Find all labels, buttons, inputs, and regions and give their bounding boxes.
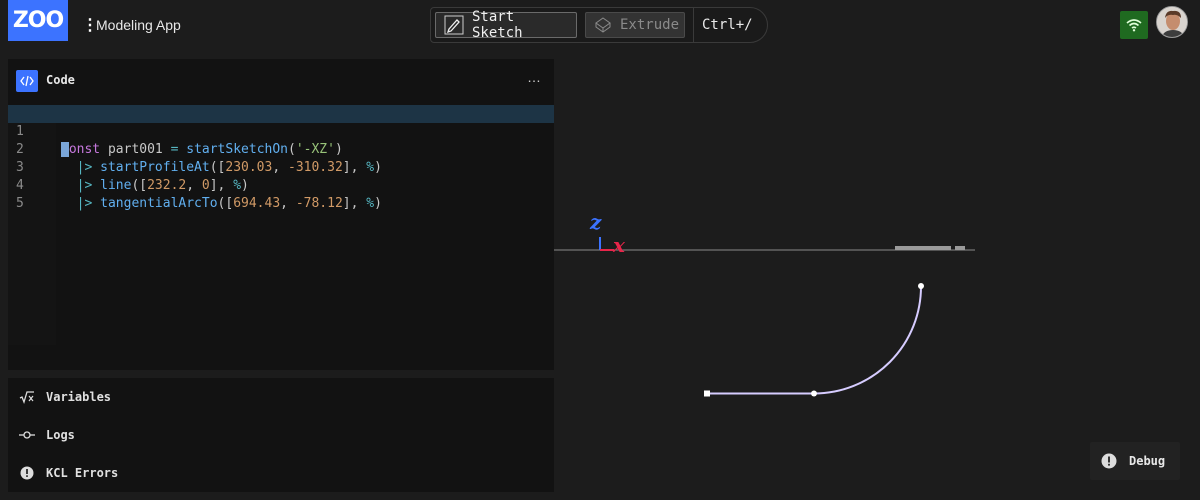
extrude-button[interactable]: Extrude — [585, 12, 685, 38]
code-line[interactable]: 1 const part001 = startSketchOn('-XZ') — [8, 105, 554, 157]
code-icon — [16, 70, 38, 92]
debug-alert-icon — [1101, 453, 1117, 469]
axis-x-label: x — [613, 233, 625, 257]
variables-label: Variables — [46, 390, 112, 404]
extrude-icon — [594, 16, 612, 34]
square-root-icon — [19, 389, 35, 405]
start-sketch-label: Start Sketch — [472, 9, 523, 41]
sketch-tangential-arc — [813, 285, 923, 395]
plane-segment-marker-small — [955, 246, 965, 250]
error-icon — [19, 465, 35, 481]
avatar-image — [1157, 7, 1187, 37]
code-pane-header: Code … — [8, 59, 554, 103]
plane-segment-marker — [895, 246, 951, 250]
kebab-menu-icon: ⋮ — [82, 17, 98, 34]
variables-panel-toggle[interactable]: Variables — [8, 378, 554, 416]
bottom-panels: Variables Logs KCL Errors — [8, 378, 554, 492]
code-editor[interactable]: 1 const part001 = startSketchOn('-XZ') 2… — [8, 105, 554, 370]
more-options-icon[interactable]: … — [527, 69, 541, 85]
arc-end-handle — [918, 283, 924, 289]
code-line[interactable]: 4 |> tangentialArcTo([694.43, -78.12], %… — [8, 159, 554, 211]
logs-label: Logs — [46, 428, 75, 442]
kcl-errors-panel-toggle[interactable]: KCL Errors — [8, 454, 554, 492]
code-line[interactable]: 3 |> line([232.2, 0], %) — [8, 141, 554, 193]
network-status-button[interactable] — [1120, 11, 1148, 39]
toolbar-divider — [693, 8, 694, 42]
code-pane: Code … 1 const part001 = startSketchOn('… — [8, 59, 554, 370]
segment-handle — [811, 390, 817, 397]
line-number: 5 — [16, 196, 24, 211]
debug-label: Debug — [1129, 454, 1166, 468]
app-root: z x ZOO ⋮ Modeling App Start Sketch Extr… — [0, 0, 1200, 500]
start-sketch-button[interactable]: Start Sketch — [435, 9, 577, 41]
code-line-text: |> tangentialArcTo([694.43, -78.12], %) — [76, 196, 382, 211]
user-avatar[interactable] — [1156, 6, 1188, 38]
logs-commit-icon — [19, 427, 35, 443]
extrude-label: Extrude — [620, 17, 680, 33]
app-title: Modeling App — [96, 17, 181, 33]
debug-button[interactable]: Debug — [1090, 442, 1180, 480]
command-shortcut-hint[interactable]: Ctrl+/ — [702, 17, 753, 33]
pencil-icon — [444, 15, 464, 35]
axis-z-label: z — [590, 210, 602, 234]
code-pane-title: Code — [46, 73, 75, 87]
logo-text: ZOO — [12, 8, 64, 33]
code-line[interactable]: 5 — [8, 177, 554, 211]
app-menu-button[interactable]: ⋮ Modeling App — [82, 14, 181, 36]
code-line[interactable]: 2 |> startProfileAt([230.03, -310.32], %… — [8, 123, 554, 175]
wifi-icon — [1126, 18, 1142, 32]
zoo-logo[interactable]: ZOO — [8, 0, 68, 41]
profile-start-handle — [704, 390, 710, 397]
toolbar: Start Sketch Extrude Ctrl+/ — [430, 7, 768, 43]
logs-panel-toggle[interactable]: Logs — [8, 416, 554, 454]
kcl-errors-label: KCL Errors — [46, 466, 119, 480]
